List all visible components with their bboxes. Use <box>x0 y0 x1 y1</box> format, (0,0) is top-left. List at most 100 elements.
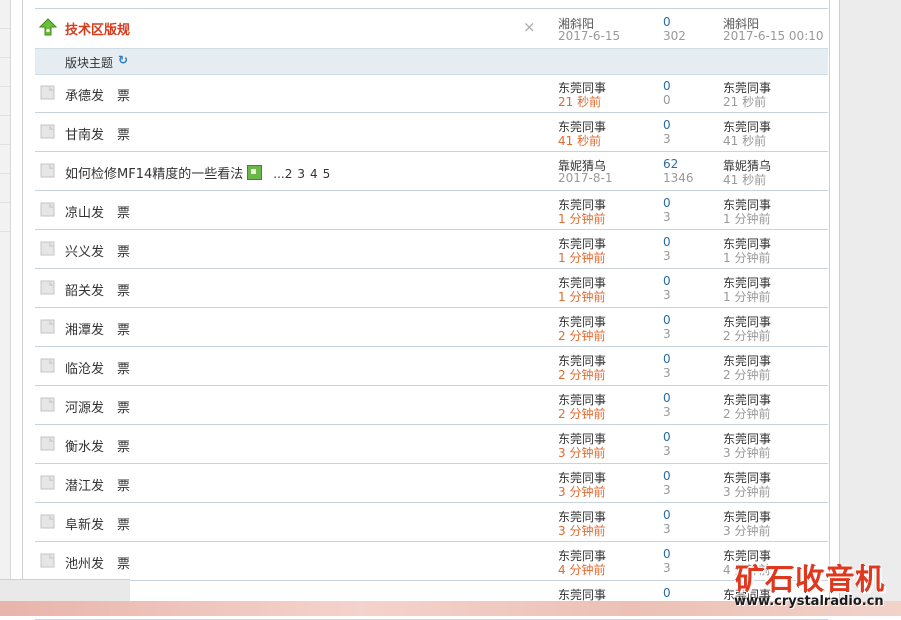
table-row[interactable]: 甘南发 票东莞同事 41 秒前 0 3 东莞同事 41 秒前 <box>35 113 828 152</box>
last-post-time[interactable]: 3 分钟前 <box>723 483 770 500</box>
last-post-time[interactable]: 3 分钟前 <box>723 522 770 539</box>
thread-title-wrap: 湘潭发 票 <box>65 319 130 338</box>
left-strip-cell <box>0 58 10 87</box>
thread-post-time: 41 秒前 <box>558 134 602 148</box>
table-row[interactable]: 衡水发 票东莞同事 3 分钟前 0 3 东莞同事 3 分钟前 <box>35 425 828 464</box>
folder-icon <box>40 553 55 568</box>
section-header: 版块主题 ↻ <box>35 48 828 75</box>
table-row[interactable]: 河源发 票东莞同事 2 分钟前 0 3 东莞同事 2 分钟前 <box>35 386 828 425</box>
thread-list-panel: 技术区版规 × 湘斜阳 2017-6-15 0 302 湘斜阳 2017-6-1… <box>22 0 830 620</box>
thread-title[interactable]: 衡水发 票 <box>65 440 130 455</box>
close-icon[interactable]: × <box>523 18 536 36</box>
page-link[interactable]: 4 <box>310 167 318 181</box>
view-count: 3 <box>663 327 671 341</box>
thread-title-wrap: 甘南发 票 <box>65 124 130 143</box>
thread-title[interactable]: 阜新发 票 <box>65 518 130 533</box>
folder-icon <box>40 85 55 100</box>
thread-title[interactable]: 如何检修MF14精度的一些看法 <box>65 167 243 182</box>
page-link[interactable]: ...2 <box>273 167 292 181</box>
watermark-logo-text: 矿石收音机 <box>735 562 886 596</box>
last-post-time[interactable]: 41 秒前 <box>723 132 766 149</box>
last-post-time[interactable]: 2 分钟前 <box>723 327 770 344</box>
thread-title[interactable]: 湘潭发 票 <box>65 323 130 338</box>
last-post-time[interactable]: 1 分钟前 <box>723 249 770 266</box>
table-row[interactable]: 承德发 票东莞同事 21 秒前 0 0 东莞同事 21 秒前 <box>35 74 828 113</box>
last-post-time[interactable]: 41 秒前 <box>723 171 766 188</box>
table-row[interactable]: 如何检修MF14精度的一些看法 ...2 3 4 5 靠妮猜乌 2017-8-1 62 1346… <box>35 152 828 191</box>
table-row[interactable]: 湘潭发 票东莞同事 2 分钟前 0 3 东莞同事 2 分钟前 <box>35 308 828 347</box>
thread-title[interactable]: 临沧发 票 <box>65 362 130 377</box>
status-bar <box>0 579 130 602</box>
thread-title[interactable]: 承德发 票 <box>65 89 130 104</box>
folder-icon <box>40 475 55 490</box>
left-strip-cell <box>0 0 10 29</box>
thread-title-wrap: 河源发 票 <box>65 397 130 416</box>
last-post-time[interactable]: 1 分钟前 <box>723 288 770 305</box>
page-link[interactable]: 3 <box>297 167 305 181</box>
left-strip-cell <box>0 29 10 58</box>
view-count: 3 <box>663 561 671 575</box>
last-post-time[interactable]: 3 分钟前 <box>723 444 770 461</box>
image-attachment-icon <box>247 165 263 180</box>
thread-list: 承德发 票东莞同事 21 秒前 0 0 东莞同事 21 秒前 甘南发 票东莞同事 41 秒前 0… <box>35 74 828 620</box>
sticky-thread-title[interactable]: 技术区版规 <box>65 19 130 38</box>
refresh-icon[interactable]: ↻ <box>118 53 128 67</box>
last-post-time[interactable]: 2 分钟前 <box>723 366 770 383</box>
site-watermark: 矿石收音机 www.crystalradio.cn <box>732 556 901 614</box>
thread-post-time: 2017-8-1 <box>558 171 613 185</box>
left-strip-cell <box>0 174 10 203</box>
thread-title[interactable]: 河源发 票 <box>65 401 130 416</box>
thread-date: 2017-6-15 <box>558 29 621 43</box>
table-row[interactable]: 凉山发 票东莞同事 1 分钟前 0 3 东莞同事 1 分钟前 <box>35 191 828 230</box>
thread-title[interactable]: 甘南发 票 <box>65 128 130 143</box>
folder-icon <box>40 358 55 373</box>
view-count: 3 <box>663 405 671 419</box>
up-arrow-icon <box>39 18 57 36</box>
thread-post-time: 2 分钟前 <box>558 329 606 343</box>
thread-title[interactable]: 潜江发 票 <box>65 479 130 494</box>
table-row[interactable]: 临沧发 票东莞同事 2 分钟前 0 3 东莞同事 2 分钟前 <box>35 347 828 386</box>
reply-count: 0 <box>663 313 671 327</box>
thread-title[interactable]: 池州发 票 <box>65 557 130 572</box>
thread-title-wrap: 池州发 票 <box>65 553 130 572</box>
view-count: 3 <box>663 288 671 302</box>
last-post-time[interactable]: 21 秒前 <box>723 93 766 110</box>
reply-count: 0 <box>663 118 671 132</box>
page-link[interactable]: 5 <box>323 167 331 181</box>
reply-count: 0 <box>663 469 671 483</box>
reply-count: 0 <box>663 196 671 210</box>
folder-icon <box>40 163 55 178</box>
view-count: 3 <box>663 132 671 146</box>
reply-count: 0 <box>663 235 671 249</box>
thread-post-time: 1 分钟前 <box>558 251 606 265</box>
left-strip-cell <box>0 145 10 174</box>
view-count: 0 <box>663 93 671 107</box>
reply-count: 0 <box>663 79 671 93</box>
left-strip-cell <box>0 203 10 232</box>
thread-title-wrap: 潜江发 票 <box>65 475 130 494</box>
last-post-time[interactable]: 2 分钟前 <box>723 405 770 422</box>
sticky-thread-row[interactable]: 技术区版规 × 湘斜阳 2017-6-15 0 302 湘斜阳 2017-6-1… <box>35 9 828 47</box>
thread-title-wrap: 韶关发 票 <box>65 280 130 299</box>
table-row[interactable]: 兴义发 票东莞同事 1 分钟前 0 3 东莞同事 1 分钟前 <box>35 230 828 269</box>
thread-post-time: 21 秒前 <box>558 95 602 109</box>
thread-title-wrap: 阜新发 票 <box>65 514 130 533</box>
table-row[interactable]: 阜新发 票东莞同事 3 分钟前 0 3 东莞同事 3 分钟前 <box>35 503 828 542</box>
view-count: 3 <box>663 249 671 263</box>
table-row[interactable]: 池州发 票东莞同事 4 分钟前 0 3 东莞同事 4 分钟前 <box>35 542 828 581</box>
last-post-time[interactable]: 1 分钟前 <box>723 210 770 227</box>
thread-title[interactable]: 凉山发 票 <box>65 206 130 221</box>
reply-count: 0 <box>663 15 671 29</box>
table-row[interactable]: 潜江发 票东莞同事 3 分钟前 0 3 东莞同事 3 分钟前 <box>35 464 828 503</box>
view-count: 3 <box>663 483 671 497</box>
table-row[interactable]: 韶关发 票东莞同事 1 分钟前 0 3 东莞同事 1 分钟前 <box>35 269 828 308</box>
reply-count: 0 <box>663 352 671 366</box>
left-strip-cell <box>0 87 10 116</box>
thread-post-time: 1 分钟前 <box>558 212 606 226</box>
folder-icon <box>40 514 55 529</box>
thread-title-wrap: 如何检修MF14精度的一些看法 ...2 3 4 5 <box>65 163 330 182</box>
thread-title[interactable]: 兴义发 票 <box>65 245 130 260</box>
thread-title[interactable]: 韶关发 票 <box>65 284 130 299</box>
folder-icon <box>40 280 55 295</box>
last-post-time[interactable]: 2017-6-15 00:10 <box>723 29 824 43</box>
